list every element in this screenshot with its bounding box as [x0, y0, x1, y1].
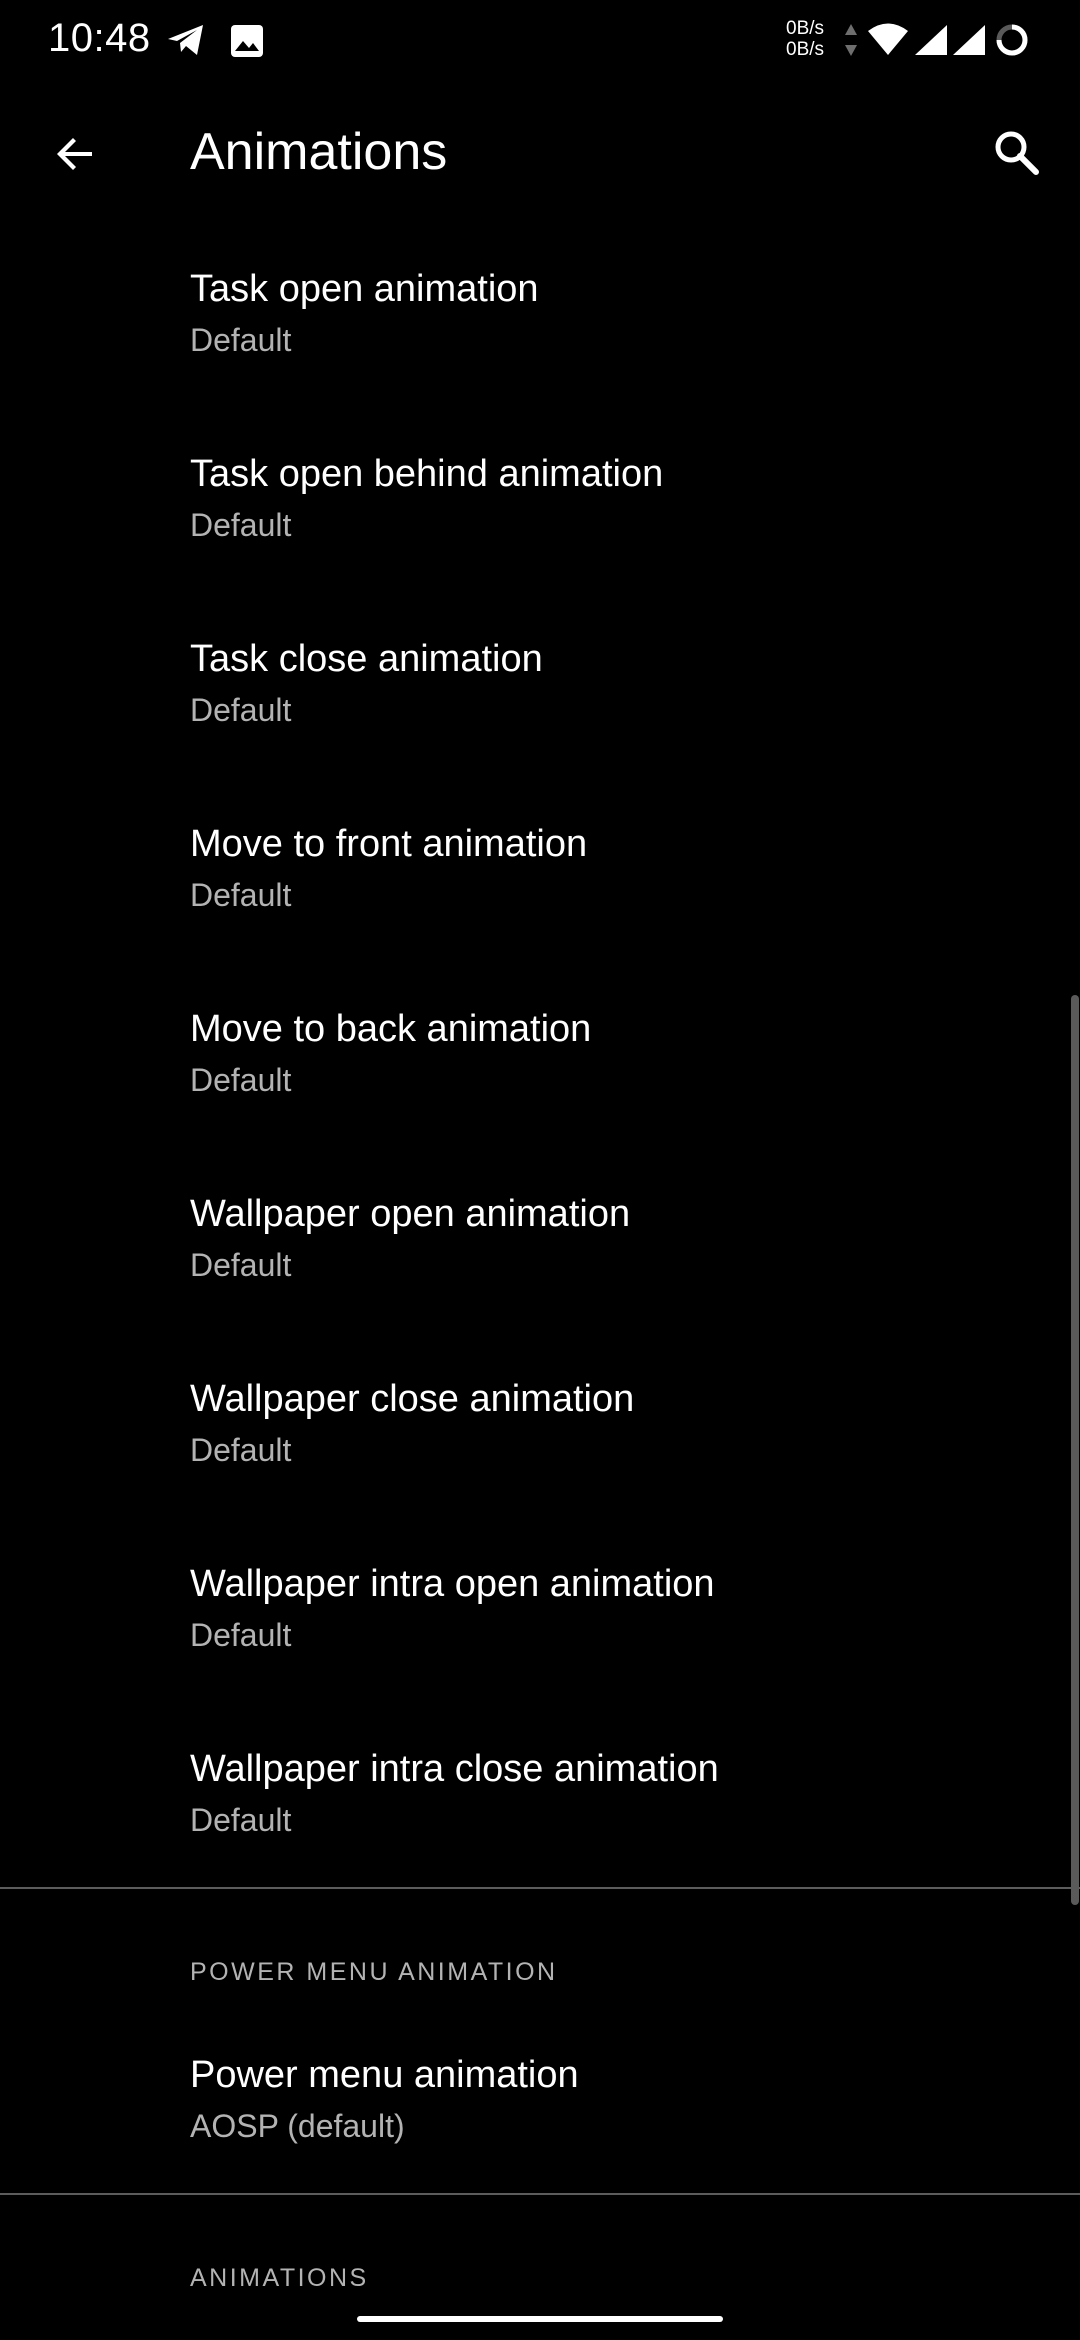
app-bar: Animations: [0, 96, 1080, 216]
list-item-wallpaper-open[interactable]: Wallpaper open animation Default: [0, 1193, 1080, 1378]
section-divider: [0, 2193, 1080, 2195]
item-value: Default: [190, 322, 292, 358]
item-value: Default: [190, 692, 292, 728]
item-title: Task close animation: [190, 638, 543, 680]
section-divider: [0, 1887, 1080, 1889]
item-title: Move to front animation: [190, 823, 588, 865]
signal-icon: [914, 24, 948, 61]
scrollbar[interactable]: [1071, 995, 1079, 1905]
data-arrows-icon: [844, 22, 858, 63]
list-item-move-to-back[interactable]: Move to back animation Default: [0, 1008, 1080, 1193]
list-item-task-open[interactable]: Task open animation Default: [0, 268, 1080, 453]
item-value: AOSP (default): [190, 2108, 405, 2144]
list-item-wallpaper-intra-open[interactable]: Wallpaper intra open animation Default: [0, 1563, 1080, 1748]
list-item-move-to-front[interactable]: Move to front animation Default: [0, 823, 1080, 1008]
item-value: Default: [190, 1247, 292, 1283]
back-button[interactable]: [36, 116, 116, 196]
item-title: Wallpaper intra open animation: [190, 1563, 715, 1605]
net-up-speed: 0B/s: [786, 18, 825, 39]
item-value: Default: [190, 507, 292, 543]
status-bar: 10:48 0B/s 0B/s: [0, 0, 1080, 80]
image-icon: [230, 24, 264, 63]
search-icon: [991, 127, 1041, 182]
item-value: Default: [190, 877, 292, 913]
item-title: Wallpaper open animation: [190, 1193, 631, 1235]
list-item-task-close[interactable]: Task close animation Default: [0, 638, 1080, 823]
item-title: Wallpaper close animation: [190, 1378, 635, 1420]
section-header-power-menu: POWER MENU ANIMATION: [190, 1958, 558, 1986]
item-value: Default: [190, 1617, 292, 1653]
search-button[interactable]: [976, 114, 1056, 194]
net-down-speed: 0B/s: [786, 39, 825, 60]
network-speed: 0B/s 0B/s: [786, 18, 824, 60]
arrow-back-icon: [52, 130, 100, 183]
item-title: Wallpaper intra close animation: [190, 1748, 719, 1790]
list-item-wallpaper-intra-close[interactable]: Wallpaper intra close animation Default: [0, 1748, 1080, 1933]
item-value: Default: [190, 1802, 292, 1838]
signal-icon-2: [952, 24, 986, 61]
item-value: Default: [190, 1062, 292, 1098]
item-title: Task open behind animation: [190, 453, 664, 495]
item-title: Task open animation: [190, 268, 539, 310]
page-title: Animations: [190, 123, 448, 181]
section-header-animations: ANIMATIONS: [190, 2264, 369, 2292]
item-title: Move to back animation: [190, 1008, 592, 1050]
item-title: Power menu animation: [190, 2054, 579, 2096]
gesture-nav-handle[interactable]: [357, 2316, 723, 2322]
list-item-power-menu-animation[interactable]: Power menu animation AOSP (default): [0, 2054, 1080, 2239]
battery-ring-icon: [994, 22, 1030, 63]
telegram-icon: [166, 22, 206, 63]
status-time: 10:48: [48, 16, 151, 60]
list-item-wallpaper-close[interactable]: Wallpaper close animation Default: [0, 1378, 1080, 1563]
item-value: Default: [190, 1432, 292, 1468]
list-item-task-open-behind[interactable]: Task open behind animation Default: [0, 453, 1080, 638]
wifi-icon: [868, 22, 908, 61]
